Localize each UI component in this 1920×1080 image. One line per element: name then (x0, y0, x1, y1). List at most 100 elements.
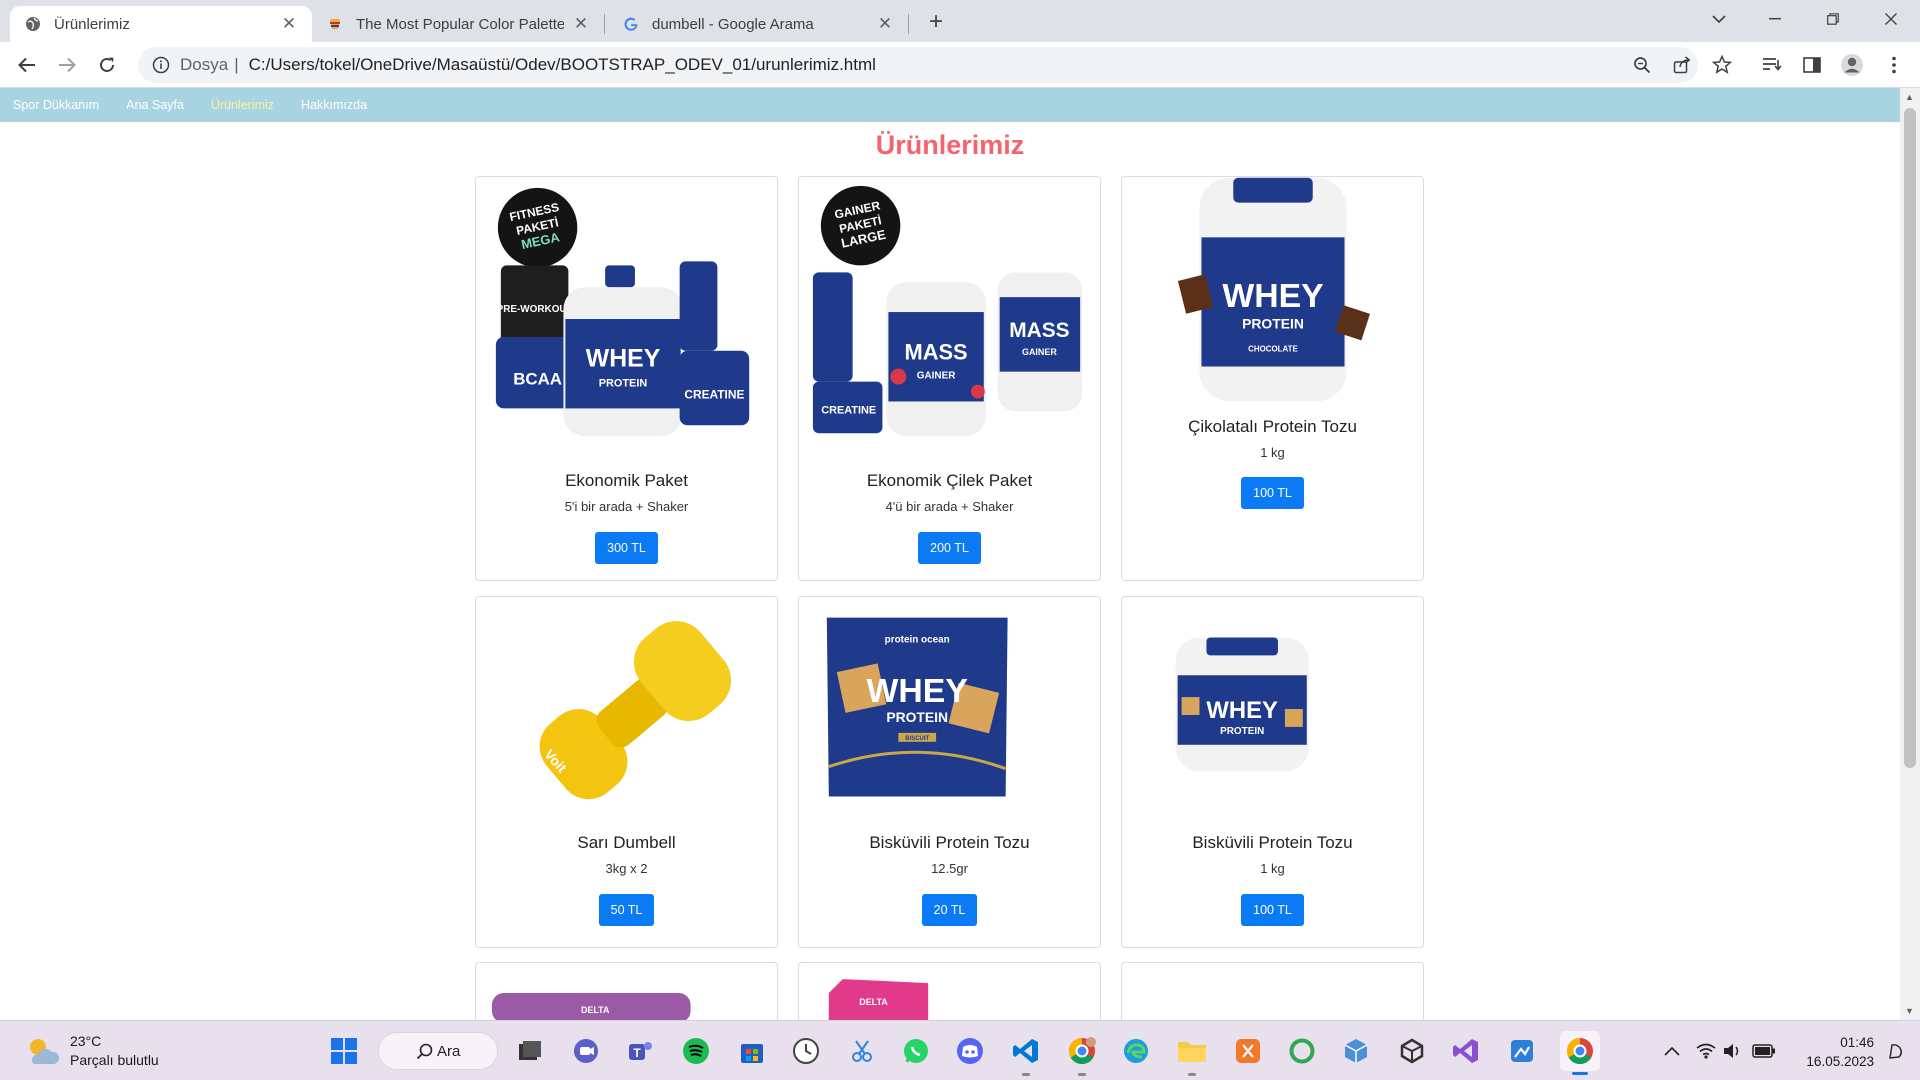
svg-text:PRE-WORKOUT: PRE-WORKOUT (497, 304, 573, 315)
product-card-partial: DELTA (475, 962, 778, 1020)
running-indicator (1188, 1073, 1196, 1076)
page-scrollbar[interactable]: ▲ ▼ (1900, 88, 1920, 1020)
product-name: Bisküvili Protein Tozu (869, 833, 1030, 852)
taskbar-search[interactable]: Ara (378, 1032, 498, 1070)
product-card: WHEY PROTEIN CHOCOLATE Çikolatalı Protei… (1121, 176, 1424, 581)
svg-text:WHEY: WHEY (867, 672, 968, 710)
navbar-brand[interactable]: Spor Dükkanım (13, 98, 99, 112)
weather-temperature: 23°C (70, 1033, 102, 1049)
weather-widget[interactable]: 23°C Parçalı bulutlu (24, 1033, 159, 1068)
profile-avatar[interactable] (1840, 53, 1864, 77)
whatsapp-icon[interactable] (900, 1035, 932, 1067)
close-tab-icon[interactable]: ✕ (876, 14, 894, 34)
volume-icon[interactable] (1716, 1035, 1748, 1067)
discord-icon[interactable] (954, 1035, 986, 1067)
price-button[interactable]: 100 TL (1241, 477, 1304, 509)
product-name: Ekonomik Paket (565, 471, 688, 490)
clock-app-icon[interactable] (790, 1035, 822, 1067)
forward-button[interactable] (53, 51, 81, 79)
product-card: WHEY PROTEIN Bisküvili Protein Tozu 1 kg… (1121, 596, 1424, 948)
price-button[interactable]: 200 TL (918, 532, 981, 564)
url-text[interactable]: C:/Users/tokel/OneDrive/Masaüstü/Odev/BO… (249, 55, 876, 75)
svg-text:PROTEIN: PROTEIN (886, 709, 948, 725)
price-button[interactable]: 300 TL (595, 532, 658, 564)
tab-color-palettes[interactable]: The Most Popular Color Palettes ✕ (312, 6, 604, 42)
svg-text:DELTA: DELTA (581, 1005, 610, 1015)
bookmark-star-icon[interactable] (1710, 53, 1734, 77)
paint-app-icon[interactable] (1506, 1035, 1538, 1067)
svg-text:CREATINE: CREATINE (684, 387, 744, 401)
product-description: 1 kg (1260, 861, 1285, 876)
file-explorer-icon[interactable] (1176, 1035, 1208, 1076)
snipping-tool-icon[interactable] (846, 1035, 878, 1067)
svg-text:BCAA: BCAA (513, 370, 562, 389)
svg-text:CREATINE: CREATINE (821, 404, 876, 416)
battery-icon[interactable] (1748, 1035, 1780, 1067)
price-button[interactable]: 20 TL (921, 894, 978, 926)
show-hidden-icons-chevron-icon[interactable] (1656, 1035, 1688, 1067)
new-tab-button[interactable]: + (922, 8, 950, 36)
side-panel-icon[interactable] (1800, 53, 1824, 77)
tab-dumbell-google[interactable]: dumbell - Google Arama ✕ (608, 6, 908, 42)
microsoft-store-icon[interactable] (736, 1035, 768, 1067)
green-ring-app-icon[interactable] (1286, 1035, 1318, 1067)
info-icon[interactable] (152, 56, 170, 74)
unity-icon[interactable] (1396, 1035, 1428, 1067)
product-image-chocolate-whey: WHEY PROTEIN CHOCOLATE (1177, 177, 1370, 402)
separator: | (234, 55, 239, 74)
zoom-icon[interactable] (1630, 53, 1654, 77)
svg-text:PROTEIN: PROTEIN (1242, 316, 1304, 332)
address-bar[interactable]: Dosya | C:/Users/tokel/OneDrive/Masaüstü… (138, 47, 1698, 83)
teams-icon[interactable]: T (624, 1035, 656, 1067)
clock-date: 16.05.2023 (1806, 1054, 1874, 1069)
reading-list-icon[interactable] (1760, 53, 1784, 77)
svg-text:PROTEIN: PROTEIN (1220, 726, 1264, 737)
nav-link-ana-sayfa[interactable]: Ana Sayfa (126, 98, 184, 112)
scroll-down-arrow-icon[interactable]: ▼ (1905, 1006, 1914, 1016)
weather-condition: Parçalı bulutlu (70, 1052, 159, 1068)
teams-chat-icon[interactable] (570, 1035, 602, 1067)
system-clock[interactable]: 01:46 16.05.2023 (1794, 1033, 1874, 1071)
running-indicator (1022, 1073, 1030, 1076)
nav-link-urunlerimiz[interactable]: Ürünlerimiz (211, 98, 274, 112)
tab-urunlerimiz[interactable]: Ürünlerimiz ✕ (10, 6, 312, 42)
back-button[interactable] (13, 51, 41, 79)
vscode-icon[interactable] (1010, 1035, 1042, 1076)
edge-icon[interactable] (1120, 1035, 1152, 1067)
scroll-up-arrow-icon[interactable]: ▲ (1905, 92, 1914, 102)
nav-link-hakkimizda[interactable]: Hakkımızda (301, 98, 367, 112)
price-button[interactable]: 50 TL (598, 894, 655, 926)
spotify-icon[interactable] (680, 1035, 712, 1067)
brackets-app-icon[interactable] (1232, 1035, 1264, 1067)
product-description: 1 kg (1260, 445, 1285, 460)
page-title: Ürünlerimiz (875, 130, 1025, 160)
clock-time: 01:46 (1840, 1035, 1874, 1050)
task-view-icon[interactable] (514, 1035, 546, 1067)
close-tab-icon[interactable]: ✕ (280, 14, 298, 34)
product-image-mega-bundle: FITNESS PAKETİ MEGA PRE-WORKOUT BCAA WHE… (495, 187, 750, 437)
chrome-icon[interactable] (1560, 1031, 1600, 1075)
close-window-button[interactable] (1868, 4, 1914, 34)
3d-cube-app-icon[interactable] (1340, 1035, 1372, 1067)
restore-button[interactable] (1810, 4, 1856, 34)
tab-separator (604, 14, 605, 34)
price-button[interactable]: 100 TL (1241, 894, 1304, 926)
running-indicator (1078, 1073, 1086, 1076)
tab-search-chevron-icon[interactable] (1696, 4, 1742, 34)
minimize-button[interactable] (1752, 4, 1798, 34)
page-viewport: Ürünlerimiz FITNESS PAKETİ MEGA PRE-WORK… (0, 122, 1900, 1020)
reload-button[interactable] (93, 51, 121, 79)
chrome-profile-icon[interactable] (1066, 1035, 1098, 1076)
product-name: Çikolatalı Protein Tozu (1188, 417, 1357, 436)
svg-text:GAINER: GAINER (1022, 347, 1057, 357)
start-windows-icon[interactable] (328, 1035, 360, 1067)
notifications-icon[interactable] (1880, 1035, 1912, 1067)
more-menu-icon[interactable] (1882, 53, 1906, 77)
scrollbar-thumb[interactable] (1904, 108, 1916, 768)
windows-taskbar: 23°C Parçalı bulutlu Ara T 01:46 16.05.2… (0, 1020, 1920, 1080)
product-name: Sarı Dumbell (577, 833, 676, 852)
close-tab-icon[interactable]: ✕ (572, 14, 590, 34)
product-description: 3kg x 2 (605, 861, 648, 876)
share-icon[interactable] (1670, 53, 1694, 77)
visual-studio-icon[interactable] (1450, 1035, 1482, 1067)
